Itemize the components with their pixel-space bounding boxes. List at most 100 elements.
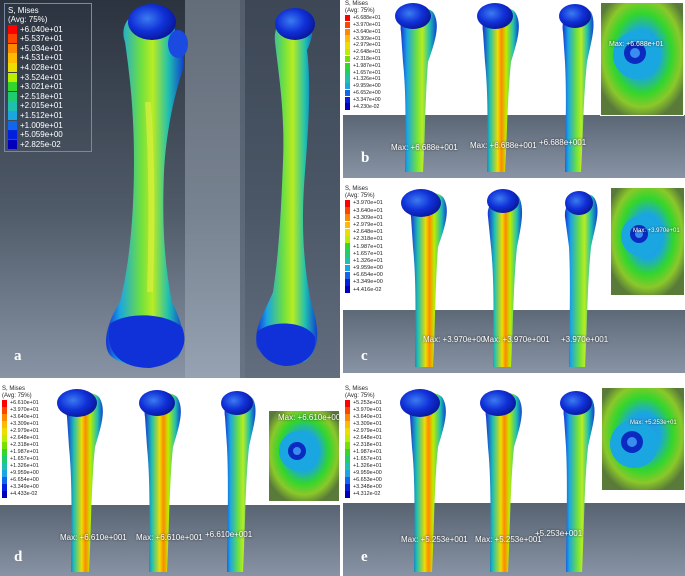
legend-row: +2.318e+01 xyxy=(2,441,62,449)
legend-row: +1.987e+01 xyxy=(345,62,405,69)
max-label-e-3: +5.253e+001 xyxy=(535,529,583,538)
legend-swatch xyxy=(345,455,350,463)
legend-row: +6.040e+01 xyxy=(8,24,88,34)
legend-row: +2.015e+01 xyxy=(8,101,88,111)
panel-d: Max: +6.610e+001 S, Mises (Avg: 75%) +6.… xyxy=(0,385,340,576)
legend-value: +4.312e-02 xyxy=(353,491,381,498)
legend-swatch xyxy=(2,420,7,428)
legend-swatch xyxy=(2,462,7,470)
panel-label-a: a xyxy=(14,348,22,364)
legend-title-a: S, Mises (Avg: 75%) xyxy=(8,6,88,24)
legend-swatch xyxy=(345,76,350,83)
stress-legend-c: S, Mises (Avg: 75%) +3.970e+01 +3.640e+01… xyxy=(345,186,405,294)
legend-row: +6.610e+01 xyxy=(2,399,62,407)
legend-value: +1.657e+01 xyxy=(353,69,381,76)
legend-value: +2.979e+01 xyxy=(353,221,383,228)
legend-swatch xyxy=(345,228,350,236)
legend-swatch xyxy=(345,214,350,222)
legend-swatch xyxy=(345,48,350,56)
legend-row: +3.640e+01 xyxy=(2,413,62,421)
legend-value: +9.959e+00 xyxy=(353,83,381,90)
legend-swatch xyxy=(345,462,350,470)
legend-row: +1.326e+01 xyxy=(345,76,405,83)
bone-e-3 xyxy=(560,391,595,572)
inset-max-label-b: Max: +6.688e+01 xyxy=(609,41,664,48)
legend-title-line1: S, Mises xyxy=(345,186,369,192)
legend-row: +2.518e+01 xyxy=(8,91,88,102)
legend-value: +2.648e+01 xyxy=(353,229,383,236)
legend-swatch xyxy=(345,490,350,498)
legend-value: +1.326e+01 xyxy=(353,76,381,83)
panel-e: Max: +5.253e+01 S, Mises (Avg: 75%) +5.2… xyxy=(343,385,685,576)
legend-swatch xyxy=(345,420,350,428)
legend-swatch xyxy=(345,399,350,407)
legend-row: +2.979e+01 xyxy=(345,427,405,435)
legend-row: +1.326e+01 xyxy=(345,257,405,265)
legend-row: +5.059e+00 xyxy=(8,130,88,140)
legend-value: +2.648e+01 xyxy=(353,49,381,56)
legend-value: +3.347e+00 xyxy=(353,96,381,103)
legend-row: +2.979e+01 xyxy=(345,42,405,49)
legend-value: +5.537e+01 xyxy=(20,34,63,44)
legend-swatch xyxy=(8,130,17,140)
legend-value: +3.309e+01 xyxy=(353,214,383,221)
legend-row: +1.987e+01 xyxy=(345,448,405,456)
bone-d-3 xyxy=(221,391,256,572)
max-label-b-3: +6.688e+001 xyxy=(539,138,587,147)
legend-swatch xyxy=(2,434,7,442)
legend-swatch xyxy=(345,469,350,477)
legend-row: +9.959e+00 xyxy=(2,469,62,477)
legend-row: +9.959e+00 xyxy=(345,469,405,477)
legend-row: +3.347e+00 xyxy=(345,96,405,103)
legend-value: +1.987e+01 xyxy=(353,449,382,456)
max-label-c-1: Max: +3.970e+00 xyxy=(423,335,486,344)
legend-row: +3.970e+01 xyxy=(345,21,405,29)
legend-value: +4.230e-02 xyxy=(353,103,380,110)
legend-swatch xyxy=(2,476,7,484)
legend-value: +2.979e+01 xyxy=(10,428,39,435)
legend-swatch xyxy=(2,406,7,414)
legend-row: +1.657e+01 xyxy=(2,455,62,463)
legend-row: +4.312e-02 xyxy=(345,490,405,498)
legend-title-line1: S, Mises xyxy=(345,386,369,392)
legend-swatch xyxy=(8,82,17,92)
bone-d-2 xyxy=(139,390,181,572)
legend-value: +2.518e+01 xyxy=(20,91,63,101)
legend-row: +3.970e+01 xyxy=(2,406,62,414)
legend-swatch xyxy=(345,257,350,265)
legend-row: +2.318e+01 xyxy=(345,235,405,243)
legend-value: +2.648e+01 xyxy=(10,435,39,442)
legend-title-line1: S, Mises xyxy=(2,386,26,392)
legend-value: +3.309e+01 xyxy=(353,35,381,42)
legend-row: +1.657e+01 xyxy=(345,69,405,76)
max-label-e-1: Max: +5.253e+001 xyxy=(401,535,468,544)
legend-swatch xyxy=(345,406,350,414)
legend-row: +4.028e+01 xyxy=(8,62,88,73)
legend-row: +5.537e+01 xyxy=(8,34,88,44)
legend-swatch xyxy=(345,62,350,69)
legend-row: +1.512e+01 xyxy=(8,110,88,121)
legend-swatch xyxy=(345,42,350,49)
legend-value: +3.349e+00 xyxy=(10,484,39,491)
max-label-e-2: Max: +5.253e+001 xyxy=(475,535,542,544)
legend-row: +3.309e+01 xyxy=(2,420,62,428)
legend-row: +3.349e+00 xyxy=(2,483,62,491)
legend-value: +5.059e+00 xyxy=(20,130,63,140)
legend-row: +2.648e+01 xyxy=(345,434,405,442)
legend-value: +3.309e+01 xyxy=(353,421,382,428)
legend-swatch xyxy=(8,120,17,130)
legend-title-line2: (Avg: 75%) xyxy=(345,392,375,399)
legend-row: +3.348e+00 xyxy=(345,483,405,491)
legend-value: +3.970e+01 xyxy=(10,407,39,414)
legend-row: +3.309e+01 xyxy=(345,214,405,222)
panel-label-c: c xyxy=(361,348,368,364)
inset-crosssection-b: Max: +6.688e+01 xyxy=(600,2,684,116)
max-label-d-1: Max: +6.610e+001 xyxy=(60,533,127,542)
legend-value: +3.970e+01 xyxy=(353,407,382,414)
panel-b: Max: +6.688e+01 S, Mises (Avg: 75%) +6.6… xyxy=(343,0,685,178)
legend-value: +3.640e+01 xyxy=(353,207,383,214)
legend-value: +2.318e+01 xyxy=(10,442,39,449)
legend-value: +3.640e+01 xyxy=(353,414,382,421)
legend-swatch xyxy=(8,91,17,101)
legend-value: +1.657e+01 xyxy=(353,456,382,463)
